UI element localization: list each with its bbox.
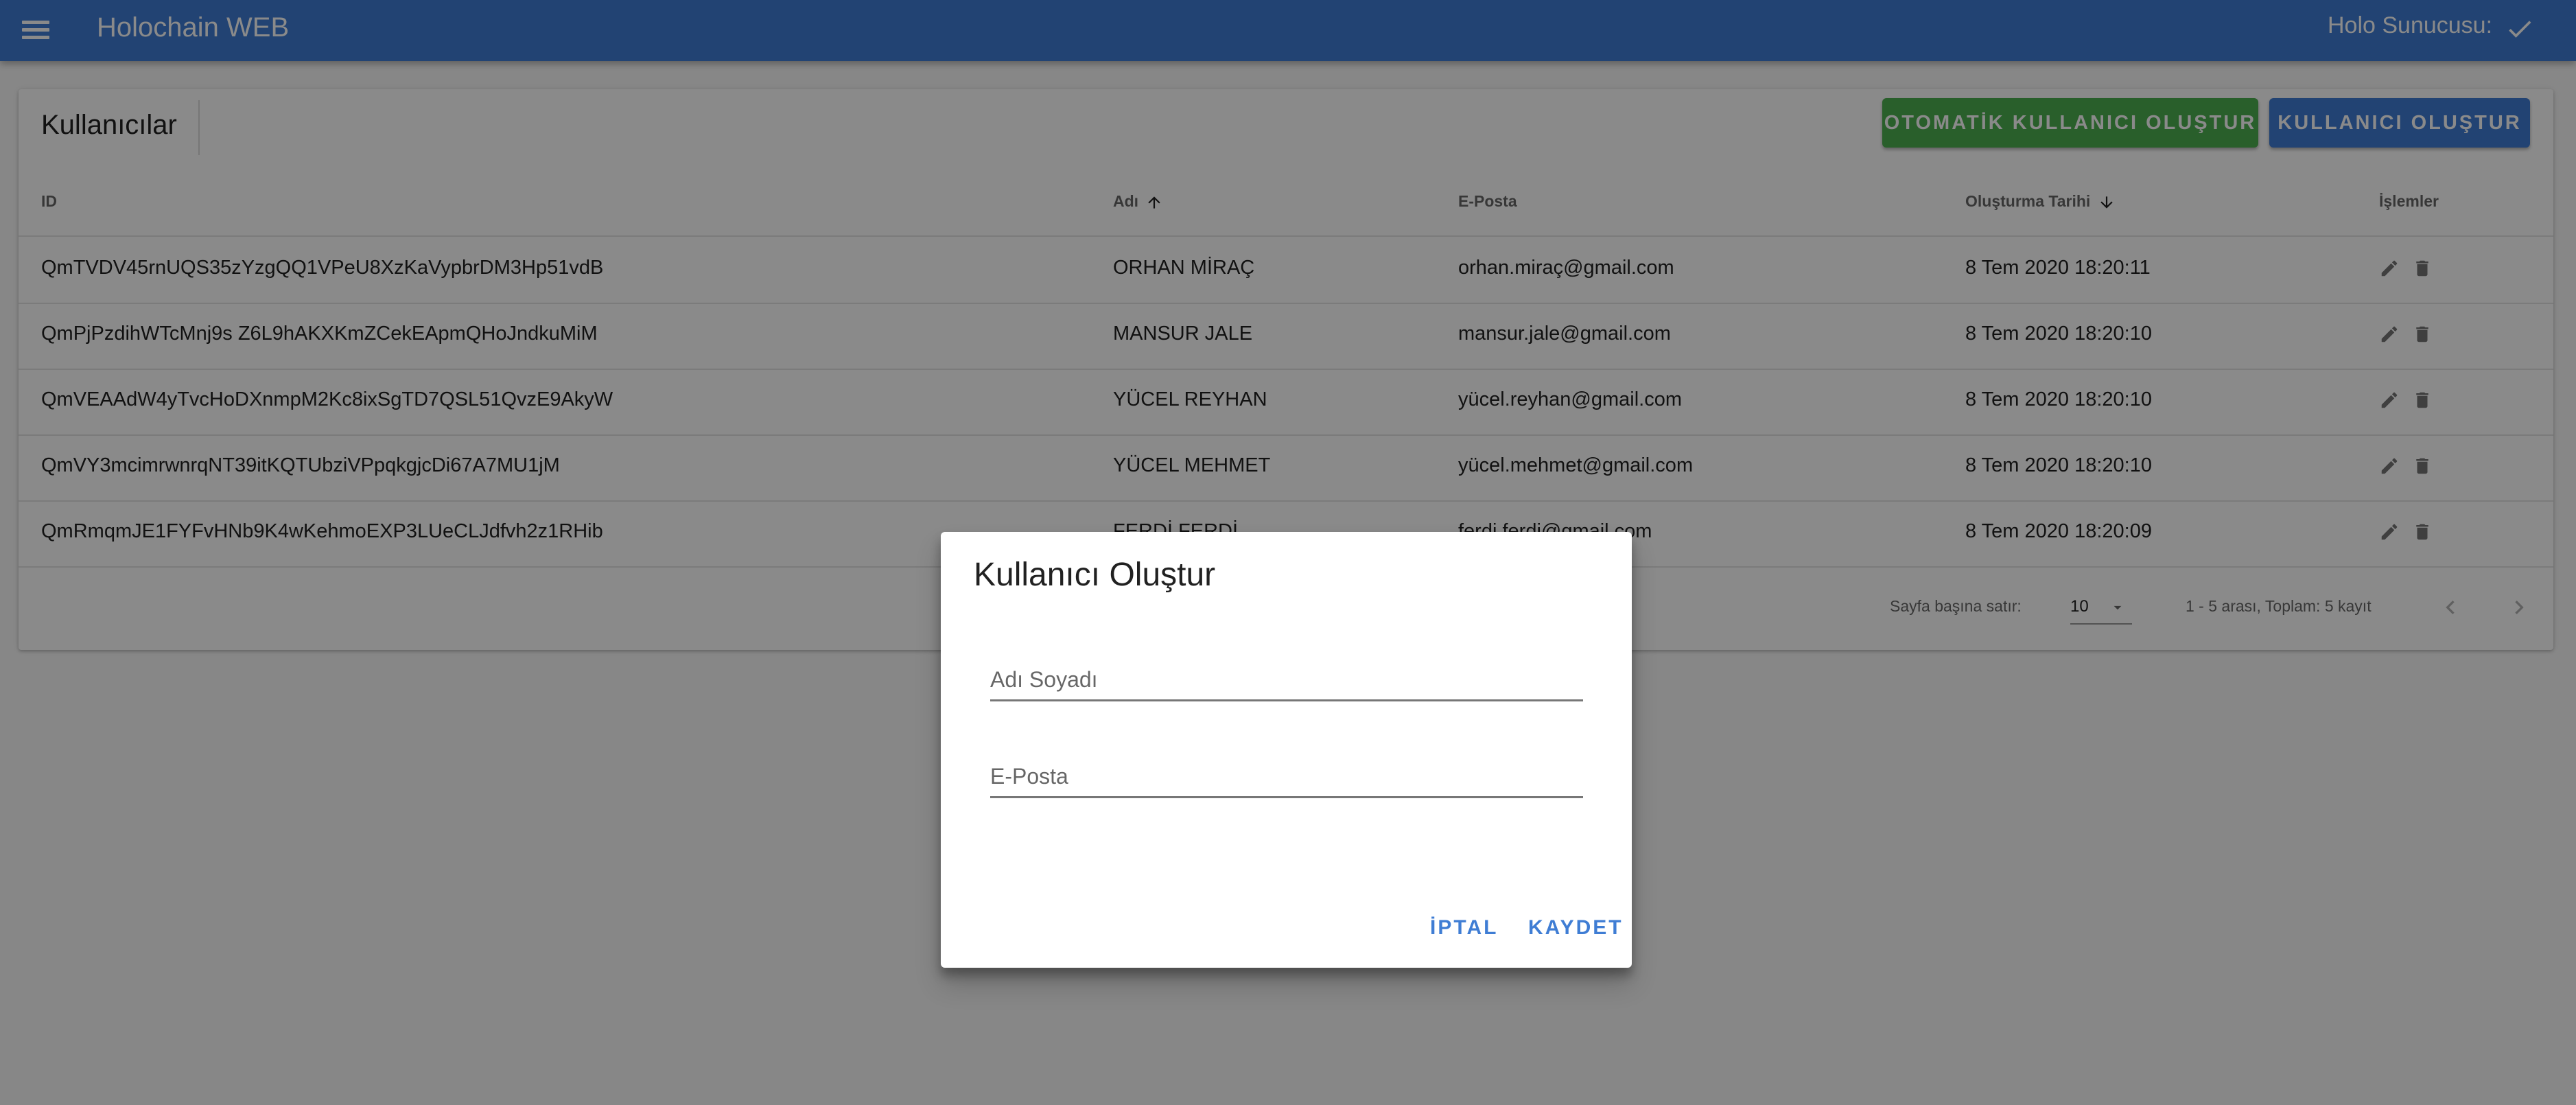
save-button[interactable]: KAYDET: [1528, 916, 1624, 940]
full-name-input[interactable]: [990, 653, 1583, 699]
email-field[interactable]: [990, 750, 1583, 798]
cancel-button[interactable]: İPTAL: [1430, 916, 1498, 940]
email-input[interactable]: [990, 750, 1583, 796]
create-user-dialog: Kullanıcı Oluştur İPTAL KAYDET: [941, 532, 1632, 968]
dialog-title: Kullanıcı Oluştur: [974, 557, 1216, 593]
full-name-field[interactable]: [990, 653, 1583, 701]
